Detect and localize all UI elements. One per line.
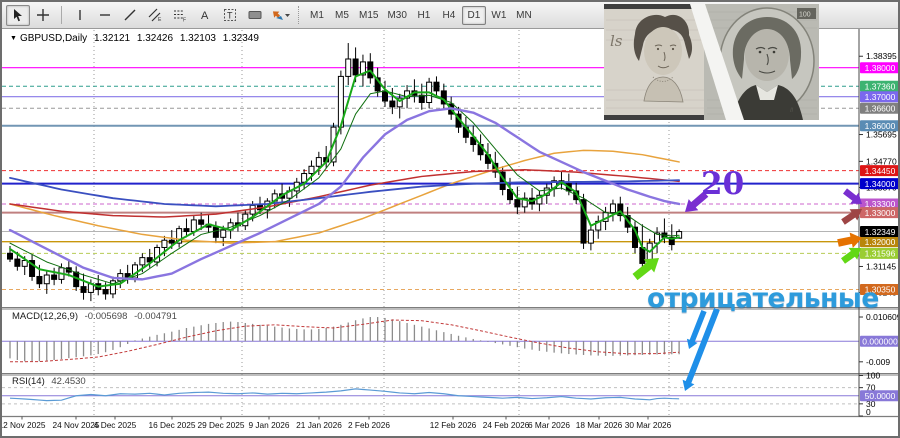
trendline-icon [123, 8, 137, 22]
cursor-icon [11, 8, 25, 22]
ohlc-low: 1.32103 [179, 33, 216, 44]
equidistant-channel-icon: E [148, 8, 162, 22]
svg-text:12 Feb 2026: 12 Feb 2026 [430, 420, 477, 430]
timeframe-w1-label: W1 [491, 9, 507, 21]
arrow-shapes-tool-button[interactable] [268, 5, 292, 26]
svg-text:F: F [183, 18, 186, 23]
svg-text:A: A [201, 10, 209, 22]
svg-text:29 Dec 2025: 29 Dec 2025 [197, 420, 244, 430]
timeframe-m5[interactable]: M5 [330, 6, 354, 25]
macd-name: MACD(12,26,9) [12, 311, 78, 322]
timeframe-d1[interactable]: D1 [461, 5, 486, 25]
rectangle-icon [247, 8, 263, 22]
timeframe-h4-label: H4 [442, 9, 456, 21]
svg-text:1.34000: 1.34000 [865, 179, 896, 189]
arrow-shapes-icon [270, 8, 290, 22]
rectangle-tool-button[interactable] [243, 5, 267, 26]
banknotes-image: ls 100 Il [604, 4, 819, 120]
timeframe-m30[interactable]: M30 [383, 6, 410, 25]
text-icon: A [198, 8, 212, 22]
text-label-tool-button[interactable]: T [218, 5, 242, 26]
svg-text:1.36000: 1.36000 [865, 121, 896, 131]
timeframe-h1-label: H1 [417, 9, 431, 21]
svg-text:24 Nov 2025: 24 Nov 2025 [52, 420, 99, 430]
svg-text:50.0000: 50.0000 [865, 391, 896, 401]
timeframe-h4[interactable]: H4 [437, 6, 461, 25]
svg-text:30 Mar 2026: 30 Mar 2026 [625, 420, 672, 430]
svg-text:-0.009: -0.009 [866, 357, 890, 367]
svg-text:1.31145: 1.31145 [866, 261, 896, 271]
ohlc-open: 1.32121 [93, 33, 131, 44]
ohlc-high: 1.32426 [136, 33, 174, 44]
timeframe-m30-label: M30 [387, 9, 407, 21]
symbol-title: GBPUSD,Daily [19, 33, 88, 44]
svg-text:9 Jan 2026: 9 Jan 2026 [248, 420, 289, 430]
macd-signal-value: -0.004791 [134, 311, 177, 322]
svg-text:16 Dec 2025: 16 Dec 2025 [148, 420, 195, 430]
chevron-down-icon[interactable]: ▼ [10, 35, 17, 42]
text-label-icon: T [223, 8, 237, 22]
svg-text:1.32000: 1.32000 [865, 237, 896, 247]
svg-text:6 Mar 2026: 6 Mar 2026 [528, 420, 570, 430]
timeframe-m5-label: M5 [335, 9, 349, 21]
timeframe-h1[interactable]: H1 [412, 6, 436, 25]
svg-text:1.37360: 1.37360 [865, 81, 896, 91]
svg-text:1.38395: 1.38395 [866, 51, 897, 61]
rsi-indicator-label: RSI(14) 42.4530 [12, 376, 90, 387]
svg-text:1.38000: 1.38000 [865, 63, 896, 73]
svg-text:T: T [227, 11, 233, 21]
svg-text:24 Feb 2026: 24 Feb 2026 [483, 420, 530, 430]
timeframe-m1-label: M1 [310, 9, 324, 21]
timeframe-m15-label: M15 [359, 9, 379, 21]
svg-text:0.000000: 0.000000 [862, 336, 898, 346]
svg-text:E: E [158, 17, 162, 22]
crosshair-tool-button[interactable] [31, 5, 55, 26]
fibonacci-icon: F [173, 8, 187, 22]
timeframe-m1[interactable]: M1 [305, 6, 329, 25]
timeframe-mn[interactable]: MN [512, 6, 536, 25]
fibonacci-tool-button[interactable]: F [168, 5, 192, 26]
ohlc-close: 1.32349 [222, 33, 259, 44]
toolbar-separator-dotted [298, 6, 299, 24]
svg-text:100: 100 [866, 371, 880, 381]
svg-text:4 Dec 2025: 4 Dec 2025 [94, 420, 137, 430]
rsi-value: 42.4530 [51, 376, 86, 387]
text-tool-button[interactable]: A [193, 5, 217, 26]
horizontal-line-tool-button[interactable] [93, 5, 117, 26]
horizontal-line-icon [98, 8, 112, 22]
svg-text:1.34450: 1.34450 [865, 166, 896, 176]
vertical-line-tool-button[interactable] [68, 5, 92, 26]
trading-terminal-window: E F A T M1 M5 M15 M30 H1 H4 D1 W1 MN 1.3… [0, 0, 900, 438]
timeframe-w1[interactable]: W1 [487, 6, 511, 25]
timeframe-d1-label: D1 [467, 9, 481, 21]
svg-text:1.37000: 1.37000 [865, 92, 896, 102]
svg-text:1.31596: 1.31596 [865, 249, 896, 259]
svg-text:ls: ls [610, 32, 623, 50]
svg-text:1.36600: 1.36600 [865, 103, 896, 113]
timeframe-m15[interactable]: M15 [355, 6, 382, 25]
svg-text:18 Mar 2026: 18 Mar 2026 [576, 420, 623, 430]
macd-indicator-label: MACD(12,26,9) -0.005698 -0.004791 [12, 311, 181, 322]
rsi-name: RSI(14) [12, 376, 45, 387]
svg-text:12 Nov 2025: 12 Nov 2025 [2, 420, 46, 430]
svg-text:1.33000: 1.33000 [865, 208, 896, 218]
svg-text:0: 0 [866, 407, 871, 417]
svg-text:100: 100 [799, 12, 811, 19]
svg-text:2 Feb 2026: 2 Feb 2026 [348, 420, 390, 430]
trendline-tool-button[interactable] [118, 5, 142, 26]
vertical-line-icon [73, 8, 87, 22]
crosshair-icon [36, 8, 50, 22]
svg-text:21 Jan 2026: 21 Jan 2026 [296, 420, 342, 430]
symbol-line: ▼ GBPUSD,Daily 1.32121 1.32426 1.32103 1.… [10, 33, 263, 44]
equidistant-channel-tool-button[interactable]: E [143, 5, 167, 26]
svg-text:1.32349: 1.32349 [865, 227, 896, 237]
ma-period-annotation: 20 [701, 166, 745, 202]
negative-annotation: отрицательные [647, 283, 879, 314]
toolbar-separator [61, 6, 62, 24]
timeframe-mn-label: MN [516, 9, 532, 21]
macd-value: -0.005698 [84, 311, 128, 322]
cursor-tool-button[interactable] [6, 4, 30, 26]
